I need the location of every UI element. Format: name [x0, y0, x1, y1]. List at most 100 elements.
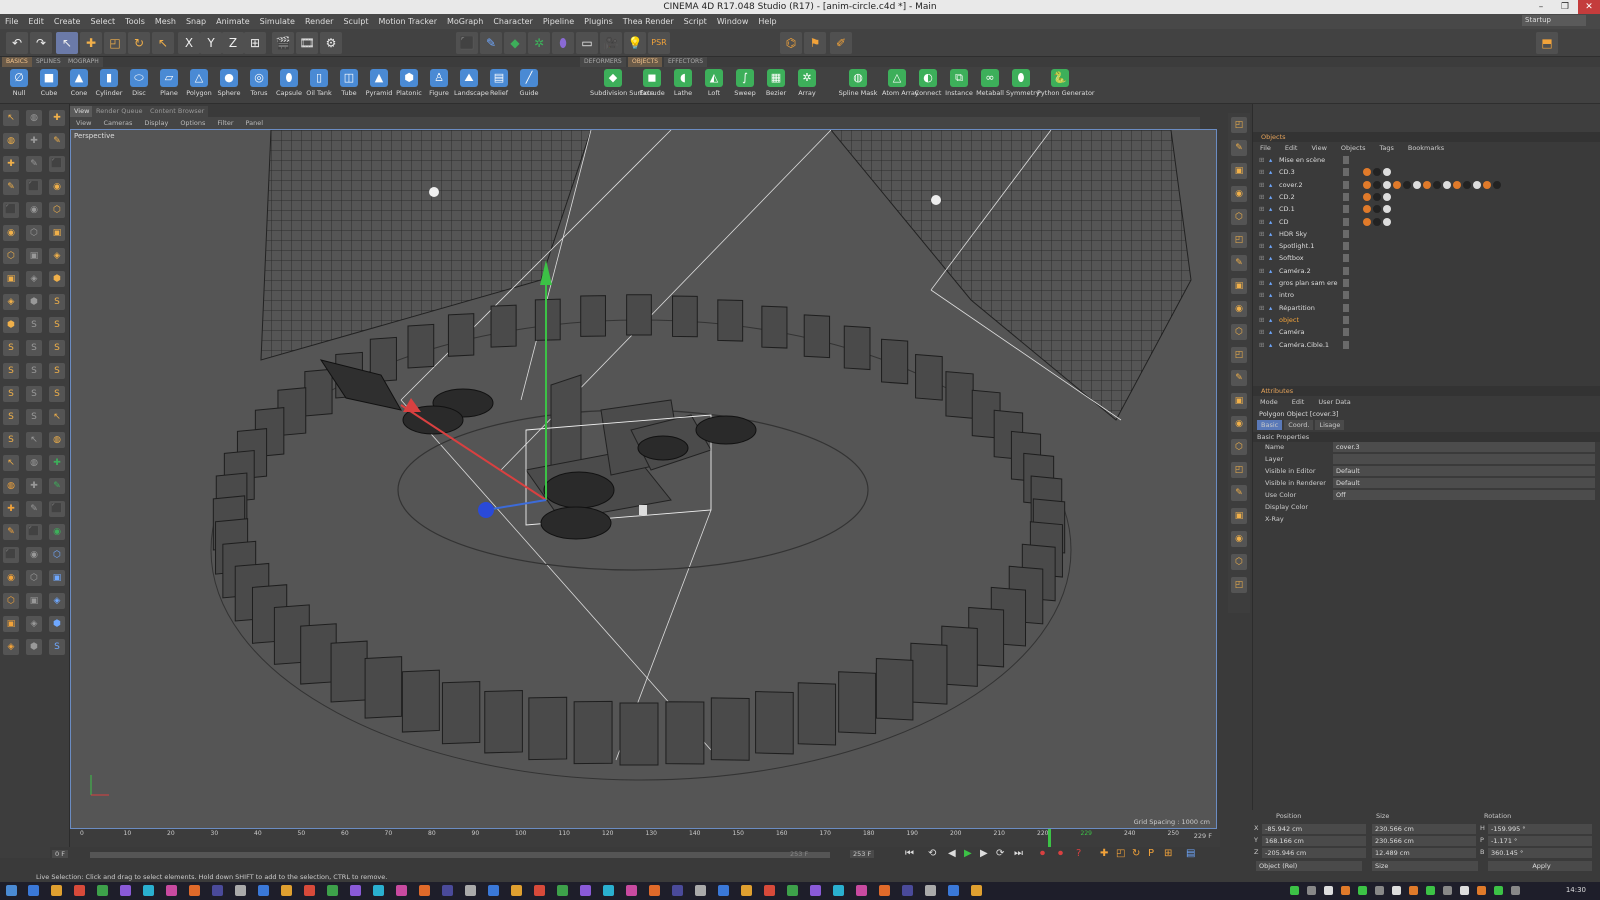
tool-icon[interactable]: ✎ [3, 524, 19, 540]
expand-icon[interactable]: ⊞ [1259, 314, 1264, 326]
object-button-polygon[interactable]: △ Polygon [184, 69, 214, 102]
undo-icon[interactable]: ↶ [6, 32, 28, 54]
size-field[interactable]: 12.489 cm [1372, 848, 1476, 858]
tool-icon[interactable]: ⬛ [3, 202, 19, 218]
render-view-icon[interactable]: 🎬 [272, 32, 294, 54]
tray-icon[interactable] [1511, 886, 1520, 895]
tool-icon[interactable]: ↖ [26, 432, 42, 448]
tool-icon[interactable]: ⬡ [26, 225, 42, 241]
attributes-menu-mode[interactable]: Mode [1253, 398, 1285, 406]
tool-icon[interactable]: ◉ [3, 570, 19, 586]
panel-tool-icon[interactable]: ⬡ [1231, 554, 1247, 570]
tool-icon[interactable]: ▣ [3, 271, 19, 287]
rotation-field[interactable]: 360.145 ° [1488, 848, 1592, 858]
tool-icon[interactable]: ◈ [49, 248, 65, 264]
tag-icon[interactable] [1363, 192, 1371, 201]
rotation-field[interactable]: -159.995 ° [1488, 824, 1592, 834]
tool-icon[interactable]: ◉ [26, 202, 42, 218]
tool-icon[interactable]: ⬛ [26, 179, 42, 195]
tool-icon[interactable]: ⬡ [3, 248, 19, 264]
tool-icon[interactable]: ◈ [3, 639, 19, 655]
taskbar-app-icon[interactable] [971, 885, 982, 896]
generator-button-extrude[interactable]: ◼ Extrude [637, 69, 667, 102]
generator-button-lathe[interactable]: ◖ Lathe [668, 69, 698, 102]
tag-icon[interactable] [1433, 180, 1441, 189]
object-button-landscape[interactable]: ⛰ Landscape [454, 69, 489, 102]
tool-icon[interactable]: S [3, 409, 19, 425]
close-icon[interactable]: ✕ [1578, 0, 1600, 14]
start-icon[interactable] [6, 885, 17, 896]
expand-icon[interactable]: ⊞ [1259, 203, 1264, 215]
object-row[interactable]: ⊞ ▴ gros plan sam ere [1257, 277, 1600, 289]
taskbar-app-icon[interactable] [580, 885, 591, 896]
tool-icon[interactable]: ↖ [3, 110, 19, 126]
perspective-cube-icon[interactable]: ⬛ [456, 32, 478, 54]
taskbar-app-icon[interactable] [350, 885, 361, 896]
go-to-start-icon[interactable]: ⏮ [905, 848, 914, 859]
expand-icon[interactable]: ⊞ [1259, 302, 1264, 314]
object-row[interactable]: ⊞ ▴ Mise en scène [1257, 154, 1600, 166]
objects-menu-edit[interactable]: Edit [1278, 144, 1305, 152]
viewport-menu-panel[interactable]: Panel [240, 119, 270, 127]
tool-icon[interactable]: ⬢ [49, 271, 65, 287]
tool-icon[interactable]: ✚ [26, 133, 42, 149]
expand-icon[interactable]: ⊞ [1259, 277, 1264, 289]
generator-button-loft[interactable]: ◭ Loft [699, 69, 729, 102]
expand-icon[interactable]: ⊞ [1259, 252, 1264, 264]
step-forward-icon[interactable]: ▶ [980, 848, 988, 859]
tool-icon[interactable]: ⬛ [49, 156, 65, 172]
taskbar-app-icon[interactable] [281, 885, 292, 896]
expand-icon[interactable]: ⊞ [1259, 326, 1264, 338]
taskbar-app-icon[interactable] [212, 885, 223, 896]
tag-icon[interactable] [1373, 180, 1381, 189]
tool-icon[interactable]: ↖ [3, 455, 19, 471]
tag-icon[interactable] [1413, 180, 1421, 189]
maximize-icon[interactable]: ❐ [1554, 0, 1576, 14]
objects-menu-bookmarks[interactable]: Bookmarks [1401, 144, 1451, 152]
menu-select[interactable]: Select [85, 17, 120, 26]
size-field[interactable]: 230.566 cm [1372, 824, 1476, 834]
timeline-ruler[interactable]: 229 F 0 10 20 30 40 50 60 70 80 90 100 110 120 130 140… [70, 829, 1220, 847]
workplane-icon[interactable]: ⚑ [804, 32, 826, 54]
tag-icon[interactable] [1363, 217, 1371, 226]
tool-icon[interactable]: ✎ [26, 156, 42, 172]
tool-icon[interactable]: ▣ [26, 248, 42, 264]
tag-icon[interactable] [1363, 205, 1371, 214]
tool-icon[interactable]: ▣ [26, 593, 42, 609]
object-row[interactable]: ⊞ ▴ intro [1257, 289, 1600, 301]
tab-basics[interactable]: BASICS [2, 57, 32, 67]
minimize-icon[interactable]: – [1530, 0, 1552, 14]
autokey-icon[interactable]: ⏺ [1058, 848, 1063, 859]
perspective-viewport[interactable]: Perspective Grid Spacing: 1000 cm [70, 129, 1217, 829]
tool-icon[interactable]: S [49, 363, 65, 379]
taskbar-app-icon[interactable] [74, 885, 85, 896]
taskbar-app-icon[interactable] [488, 885, 499, 896]
attribute-field[interactable]: cover.3 [1333, 442, 1595, 452]
tool-icon[interactable]: ⬛ [49, 501, 65, 517]
menu-script[interactable]: Script [679, 17, 712, 26]
tag-icon[interactable] [1443, 180, 1451, 189]
object-row[interactable]: ⊞ ▴ Caméra.2 [1257, 265, 1600, 277]
object-row[interactable]: ⊞ ▴ cover.2 [1257, 179, 1600, 191]
panel-tool-icon[interactable]: ✎ [1231, 485, 1247, 501]
tool-icon[interactable]: ✎ [26, 501, 42, 517]
tool-icon[interactable]: ▣ [49, 570, 65, 586]
object-row[interactable]: ⊞ ▴ CD.3 [1257, 166, 1600, 178]
tool-icon[interactable]: S [49, 340, 65, 356]
viewport-menu-filter[interactable]: Filter [211, 119, 239, 127]
taskbar-app-icon[interactable] [718, 885, 729, 896]
tab-deformers[interactable]: DEFORMERS [580, 57, 626, 67]
tool-icon[interactable]: ✚ [49, 110, 65, 126]
tool-icon[interactable]: ✎ [3, 179, 19, 195]
tool-icon[interactable]: ◈ [26, 271, 42, 287]
taskbar-app-icon[interactable] [787, 885, 798, 896]
visibility-toggle[interactable] [1343, 279, 1349, 287]
tool-icon[interactable]: ◉ [26, 547, 42, 563]
taskbar-app-icon[interactable] [235, 885, 246, 896]
tag-icon[interactable] [1493, 180, 1501, 189]
deformer-icon[interactable]: ⬮ [552, 32, 574, 54]
tool-icon[interactable]: ◈ [26, 616, 42, 632]
tab-objects[interactable]: OBJECTS [628, 57, 663, 67]
panel-tool-icon[interactable]: ▣ [1231, 393, 1247, 409]
object-button-disc[interactable]: ⬭ Disc [124, 69, 154, 102]
